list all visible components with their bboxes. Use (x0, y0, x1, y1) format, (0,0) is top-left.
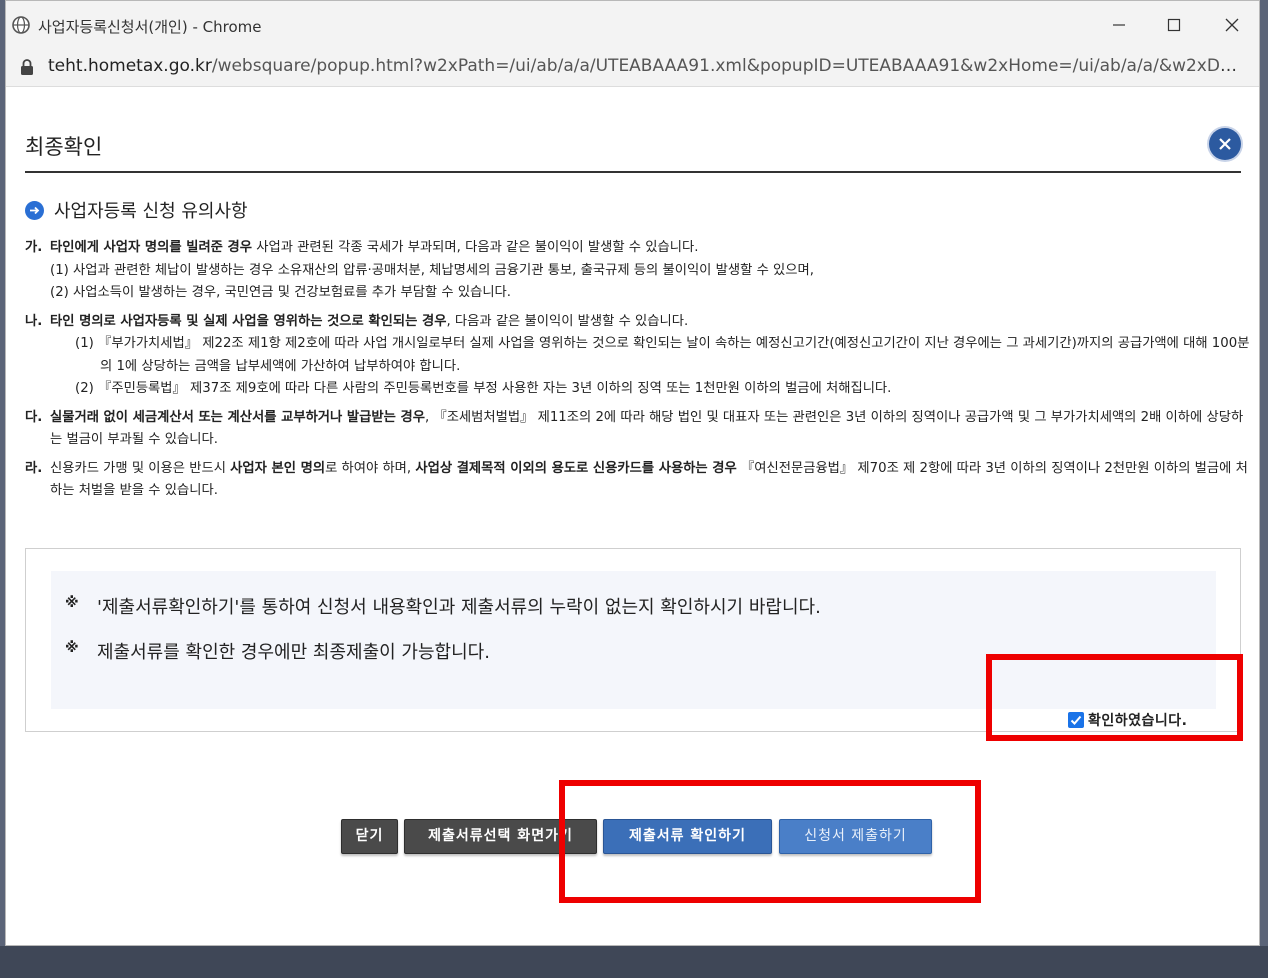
close-icon (1219, 138, 1231, 150)
notice-sub: (1) 『부가가치세법』 제22조 제1항 제2호에 따라 사업 개시일로부터 … (75, 336, 1250, 374)
url-host: teht.hometax.go.kr (48, 56, 212, 76)
close-button[interactable]: 닫기 (341, 819, 398, 854)
minimize-icon (1113, 24, 1125, 26)
address-bar[interactable]: teht.hometax.go.kr/websquare/popup.html?… (6, 49, 1259, 87)
window-close-button[interactable] (1212, 11, 1252, 41)
notice-bold: 사업상 결제목적 이외의 용도로 신용카드를 사용하는 경우 (415, 460, 737, 476)
notice-ga: 가. 타인에게 사업자 명의를 빌려준 경우 사업과 관련된 각종 국세가 부과되… (25, 237, 1250, 305)
browser-popup-window: 사업자등록신청서(개인) - Chrome teht.hometax.go.kr… (5, 0, 1260, 946)
notice-mark: 다. (25, 409, 43, 425)
notice-mark: 가. (25, 240, 43, 255)
title-divider (25, 171, 1241, 173)
globe-icon (12, 16, 30, 34)
confirm-line-1: '제출서류확인하기'를 통하여 신청서 내용확인과 제출서류의 누락이 없는지 … (97, 597, 821, 618)
lock-icon (21, 59, 33, 75)
notice-bold: 사업자 본인 명의 (230, 460, 326, 476)
maximize-button[interactable] (1154, 11, 1194, 41)
section-heading-text: 사업자등록 신청 유의사항 (54, 201, 248, 222)
close-icon (1225, 18, 1239, 32)
highlight-box-checkbox (986, 654, 1243, 741)
reference-mark: ※ (65, 595, 79, 611)
notice-bold: 타인 명의로 사업자등록 및 실제 사업을 영위하는 것으로 확인되는 경우 (50, 313, 447, 329)
notice-sub: (2) 『주민등록법』 제37조 제9호에 따라 다른 사람의 주민등록번호를 … (75, 381, 892, 396)
notice-list: 가. 타인에게 사업자 명의를 빌려준 경우 사업과 관련된 각종 국세가 부과되… (25, 237, 1250, 503)
notice-da: 다. 실물거래 없이 세금계산서 또는 계산서를 교부하거나 발급받는 경우, 『… (25, 407, 1250, 452)
notice-bold: 실물거래 없이 세금계산서 또는 계산서를 교부하거나 발급받는 경우 (50, 409, 425, 425)
dialog-close-button[interactable] (1209, 128, 1241, 160)
reference-mark: ※ (65, 640, 79, 656)
minimize-button[interactable] (1099, 11, 1139, 41)
notice-mark: 라. (25, 460, 43, 476)
arrow-right-icon (25, 201, 44, 220)
notice-text: , 다음과 같은 불이익이 발생할 수 있습니다. (446, 313, 689, 329)
notice-sub: (2) 사업소득이 발생하는 경우, 국민연금 및 건강보험료를 추가 부담할 … (50, 285, 512, 300)
url-text: teht.hometax.go.kr/websquare/popup.html?… (48, 56, 1238, 76)
window-title: 사업자등록신청서(개인) - Chrome (38, 18, 262, 36)
confirm-line-2: 제출서류를 확인한 경우에만 최종제출이 가능합니다. (97, 642, 490, 663)
title-bar: 사업자등록신청서(개인) - Chrome (6, 1, 1259, 49)
notice-sub: (1) 사업과 관련한 체납이 발생하는 경우 소유재산의 압류·공매처분, 체… (50, 262, 814, 278)
notice-na: 나. 타인 명의로 사업자등록 및 실제 사업을 영위하는 것으로 확인되는 경우… (25, 311, 1250, 401)
notice-mark: 나. (25, 313, 43, 329)
page-title: 최종확인 (25, 135, 103, 159)
maximize-icon (1167, 18, 1181, 32)
highlight-box-buttons (559, 780, 981, 903)
notice-text: 로 하여야 하며, (325, 460, 416, 476)
notice-text: 신용카드 가맹 및 이용은 반드시 (50, 460, 231, 476)
url-path: /websquare/popup.html?w2xPath=/ui/ab/a/a… (211, 56, 1238, 76)
notice-text: 사업과 관련된 각종 국세가 부과되며, 다음과 같은 불이익이 발생할 수 있… (252, 240, 699, 255)
notice-bold: 타인에게 사업자 명의를 빌려준 경우 (50, 240, 253, 255)
notice-ra: 라. 신용카드 가맹 및 이용은 반드시 사업자 본인 명의로 하여야 하며, 사… (25, 458, 1250, 503)
background-page-strip (0, 946, 1268, 978)
section-heading: 사업자등록 신청 유의사항 (25, 197, 248, 223)
